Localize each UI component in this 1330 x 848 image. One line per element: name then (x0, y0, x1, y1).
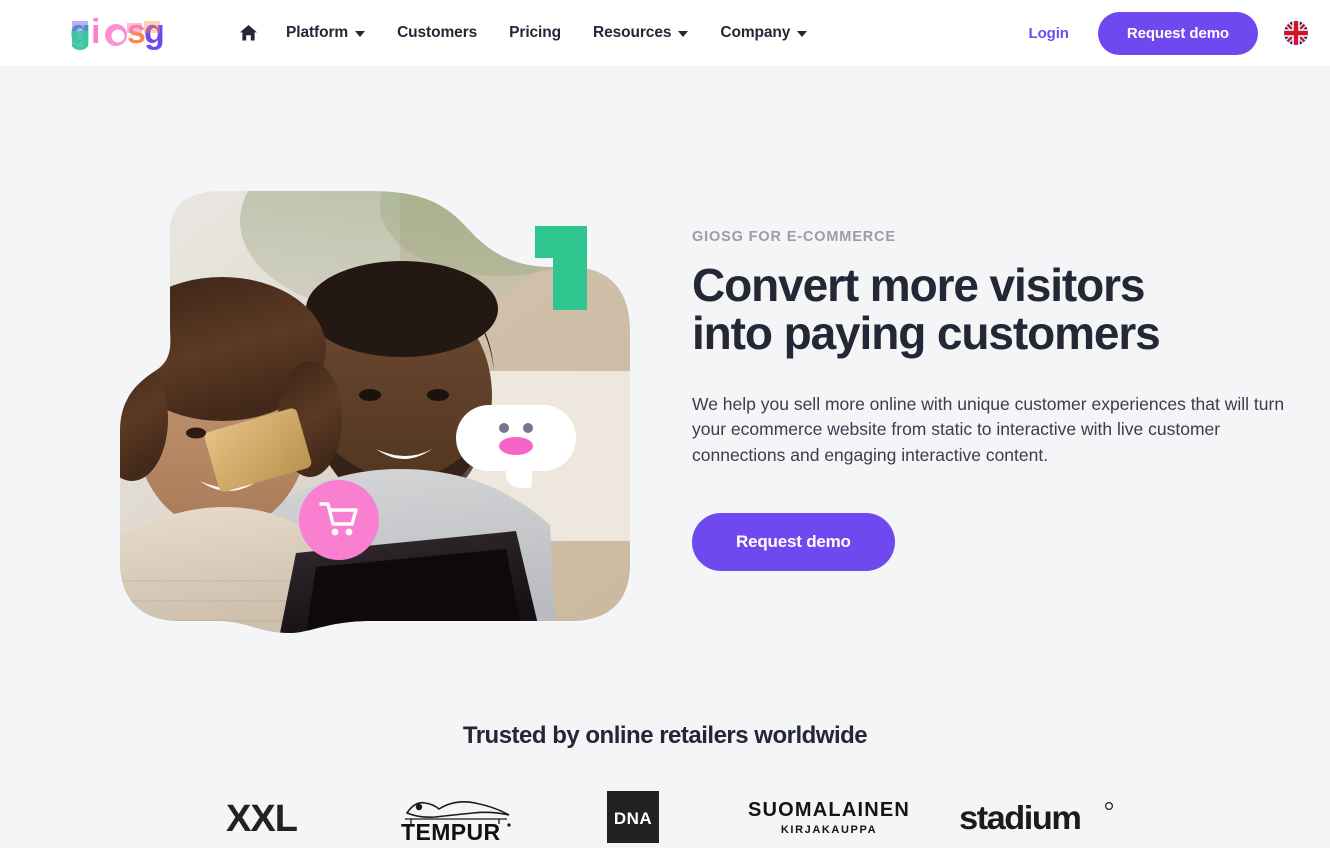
hero-title-line-2: into paying customers (692, 307, 1161, 360)
nav-item-label: Resources (593, 24, 672, 41)
nav-item-resources[interactable]: Resources (577, 16, 704, 50)
hero-title-line-1: Convert more visitors (692, 259, 1145, 311)
hero-section: GIOSG FOR E-COMMERCE Convert more visito… (0, 66, 1330, 641)
nav-item-label: Customers (397, 24, 478, 41)
hero-eyebrow: GIOSG FOR E-COMMERCE (692, 229, 896, 245)
svg-text:i: i (91, 13, 100, 51)
chevron-down-icon (797, 31, 808, 37)
suomalainen-logo-mark: SUOMALAINEN KIRJAKAUPPA (748, 799, 910, 836)
stadium-logo: stadium (937, 786, 1137, 848)
chat-smiley-bubble (456, 405, 576, 488)
trusted-by-section: Trusted by online retailers worldwide XX… (0, 722, 1330, 848)
main-navigation: Platform Customers Pricing Resources Com… (227, 16, 823, 50)
hero-description: We help you sell more online with unique… (692, 393, 1285, 466)
nav-item-label: Company (720, 24, 791, 41)
header-actions: Login Request demo (1015, 11, 1308, 55)
svg-text:KIRJAKAUPPA: KIRJAKAUPPA (781, 824, 877, 836)
svg-text:DNA: DNA (614, 809, 652, 828)
suomalainen-kirjakauppa-logo: SUOMALAINEN KIRJAKAUPPA (721, 786, 937, 848)
svg-text:XXL: XXL (226, 798, 298, 839)
xxl-logo-mark: XXL (226, 798, 299, 839)
nav-item-company[interactable]: Company (704, 16, 823, 50)
giosg-logo-mark: g i s g (70, 13, 165, 51)
dna-logo: DNA (545, 786, 721, 848)
stadium-logo-mark: stadium (959, 801, 1114, 837)
svg-text:SUOMALAINEN: SUOMALAINEN (748, 799, 910, 821)
home-icon (240, 25, 257, 41)
chevron-down-icon (678, 31, 689, 37)
nav-item-label: Platform (286, 24, 349, 41)
login-link[interactable]: Login (1015, 17, 1083, 50)
hero-visual (70, 181, 650, 641)
giosg-logo[interactable]: g i s g (70, 12, 170, 54)
svg-text:TEMPUR: TEMPUR (401, 819, 501, 843)
uk-flag-icon[interactable] (1284, 21, 1308, 45)
customer-logo-row: XXL TEMPUR DNA SUOMALAINEN KIRJAKAUPPA s… (0, 786, 1330, 848)
nav-item-customers[interactable]: Customers (381, 16, 493, 50)
site-header: g i s g Platform Customers Pricing (0, 0, 1330, 66)
chevron-down-icon (355, 31, 366, 37)
page-title: Convert more visitors into paying custom… (692, 261, 1330, 358)
svg-text:stadium: stadium (959, 801, 1080, 837)
shopping-cart-icon (319, 502, 358, 536)
nav-item-pricing[interactable]: Pricing (493, 16, 577, 50)
nav-item-platform[interactable]: Platform (270, 16, 381, 50)
dna-logo-mark: DNA (607, 791, 659, 843)
shopping-cart-badge (299, 480, 379, 560)
trusted-by-title: Trusted by online retailers worldwide (462, 722, 868, 749)
chat-bubble-smiley-icon (499, 423, 533, 455)
tempur-logo: TEMPUR (369, 786, 545, 848)
nav-item-label: Pricing (509, 24, 561, 41)
header-request-demo-button[interactable]: Request demo (1097, 11, 1258, 55)
hero-copy: GIOSG FOR E-COMMERCE Convert more visito… (692, 181, 1330, 641)
xxl-logo: XXL (193, 786, 369, 848)
nav-item-home[interactable] (227, 16, 270, 50)
hero-request-demo-button[interactable]: Request demo (692, 513, 895, 572)
green-accent-shape (535, 226, 587, 310)
tempur-logo-mark: TEMPUR (401, 801, 511, 843)
